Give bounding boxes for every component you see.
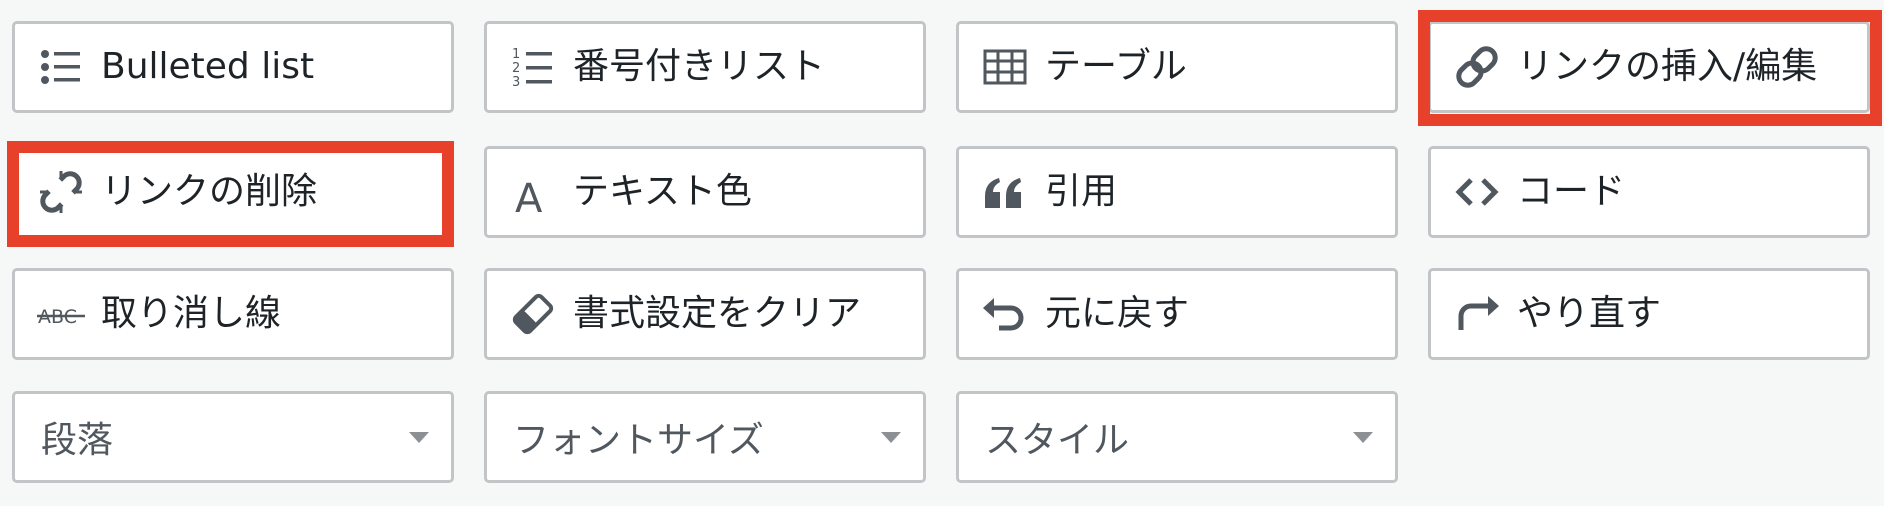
- eraser-icon: [507, 288, 559, 340]
- clear-formatting-button[interactable]: 書式設定をクリア: [484, 268, 926, 360]
- numbered-list-label: 番号付きリスト: [573, 46, 826, 87]
- undo-button[interactable]: 元に戻す: [956, 268, 1398, 360]
- text-color-icon: A: [507, 166, 559, 218]
- redo-button[interactable]: やり直す: [1428, 268, 1870, 360]
- redo-icon: [1451, 288, 1503, 340]
- bulleted-list-button[interactable]: Bulleted list: [12, 21, 454, 113]
- style-value: スタイル: [985, 420, 1130, 461]
- font-size-value: フォントサイズ: [513, 420, 764, 461]
- text-color-label: テキスト色: [573, 171, 752, 212]
- bulleted-list-label: Bulleted list: [101, 46, 315, 87]
- font-size-select[interactable]: フォントサイズ: [484, 391, 926, 483]
- numbered-list-icon: 1 2 3: [507, 41, 559, 93]
- remove-link-button[interactable]: リンクの削除: [12, 146, 454, 238]
- table-button[interactable]: テーブル: [956, 21, 1398, 113]
- svg-text:A: A: [515, 176, 543, 216]
- link-icon: [1451, 41, 1503, 93]
- text-color-button[interactable]: A テキスト色: [484, 146, 926, 238]
- insert-edit-link-label: リンクの挿入/編集: [1517, 46, 1818, 87]
- table-icon: [979, 41, 1031, 93]
- svg-text:1: 1: [512, 47, 520, 62]
- code-button[interactable]: コード: [1428, 146, 1870, 238]
- blockquote-icon: [979, 166, 1031, 218]
- svg-text:3: 3: [512, 75, 520, 90]
- bulleted-list-icon: [35, 41, 87, 93]
- unlink-icon: [35, 166, 87, 218]
- paragraph-format-select[interactable]: 段落: [12, 391, 454, 483]
- strikethrough-label: 取り消し線: [101, 293, 282, 334]
- undo-icon: [979, 288, 1031, 340]
- svg-text:2: 2: [512, 61, 520, 76]
- blockquote-label: 引用: [1045, 171, 1118, 212]
- table-label: テーブル: [1045, 46, 1187, 87]
- chevron-down-icon: [1353, 431, 1373, 443]
- redo-label: やり直す: [1517, 293, 1662, 334]
- code-label: コード: [1517, 171, 1626, 212]
- strikethrough-icon: ABC: [35, 288, 87, 340]
- chevron-down-icon: [409, 431, 429, 443]
- blockquote-button[interactable]: 引用: [956, 146, 1398, 238]
- paragraph-format-value: 段落: [41, 420, 114, 461]
- strikethrough-button[interactable]: ABC 取り消し線: [12, 268, 454, 360]
- clear-formatting-label: 書式設定をクリア: [573, 293, 862, 334]
- insert-edit-link-button[interactable]: リンクの挿入/編集: [1428, 21, 1870, 113]
- style-select[interactable]: スタイル: [956, 391, 1398, 483]
- numbered-list-button[interactable]: 1 2 3 番号付きリスト: [484, 21, 926, 113]
- chevron-down-icon: [881, 431, 901, 443]
- code-icon: [1451, 166, 1503, 218]
- undo-label: 元に戻す: [1045, 293, 1190, 334]
- remove-link-label: リンクの削除: [101, 171, 318, 212]
